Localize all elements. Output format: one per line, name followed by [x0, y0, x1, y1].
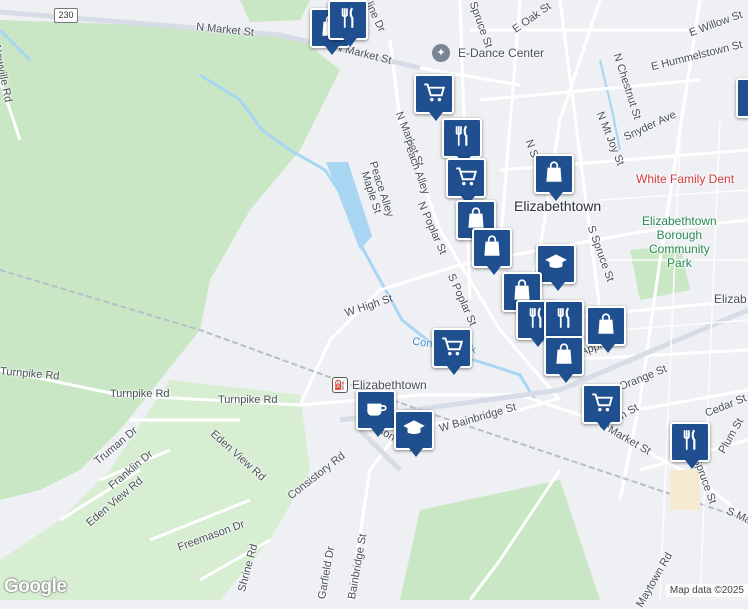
park-line: Elizabethtown [642, 214, 717, 228]
restaurant-pin[interactable] [328, 0, 368, 47]
shopping-cart-icon [439, 333, 465, 364]
train-station-icon[interactable]: ⛽ [332, 377, 348, 393]
shopping-bag-pin[interactable] [472, 228, 512, 275]
place-label: Elizab [714, 292, 747, 306]
dance-center-marker[interactable]: ✦ [432, 44, 450, 62]
restaurant-pin[interactable] [442, 118, 482, 165]
shopping-cart-pin[interactable] [582, 384, 622, 431]
restaurant-icon [551, 305, 577, 336]
shopping-bag-icon [479, 233, 505, 264]
google-logo: Google [4, 576, 67, 597]
road-label: Turnpike Rd [110, 388, 170, 400]
shopping-cart-icon [453, 163, 479, 194]
shopping-cart-pin[interactable] [446, 158, 486, 205]
shopping-bag-pin[interactable] [586, 306, 626, 353]
shopping-bag-pin[interactable] [534, 154, 574, 201]
shopping-bag-pin[interactable] [544, 336, 584, 383]
shopping-bag-icon [743, 83, 748, 114]
park-line: Park [667, 256, 692, 270]
shopping-bag-pin[interactable] [736, 78, 748, 118]
shopping-cart-icon [589, 389, 615, 420]
map-attribution[interactable]: Map data ©2025 [665, 584, 748, 597]
park-line: Community [649, 242, 710, 256]
shopping-bag-icon [551, 341, 577, 372]
place-label: E-Dance Center [458, 46, 545, 60]
school-icon [401, 415, 427, 446]
cafe-pin[interactable] [356, 390, 396, 437]
shopping-bag-icon [593, 311, 619, 342]
restaurant-icon [677, 427, 703, 458]
school-icon [543, 249, 569, 280]
restaurant-icon [335, 5, 361, 36]
park-label: Elizabethtown Borough Community Park [642, 214, 717, 270]
school-pin[interactable] [394, 410, 434, 457]
road-label: Turnpike Rd [218, 394, 278, 406]
shopping-cart-pin[interactable] [432, 328, 472, 375]
shopping-cart-pin[interactable] [414, 74, 454, 121]
shopping-bag-icon [541, 159, 567, 190]
restaurant-icon [449, 123, 475, 154]
school-pin[interactable] [536, 244, 576, 291]
restaurant-pin[interactable] [544, 300, 584, 347]
park-line: Borough [656, 228, 703, 242]
poi-label: White Family Dent [636, 172, 735, 186]
cafe-icon [363, 395, 389, 426]
restaurant-pin[interactable] [670, 422, 710, 469]
green-area [240, 0, 310, 22]
route-shield: 230 [54, 8, 78, 23]
shopping-cart-icon [421, 79, 447, 110]
